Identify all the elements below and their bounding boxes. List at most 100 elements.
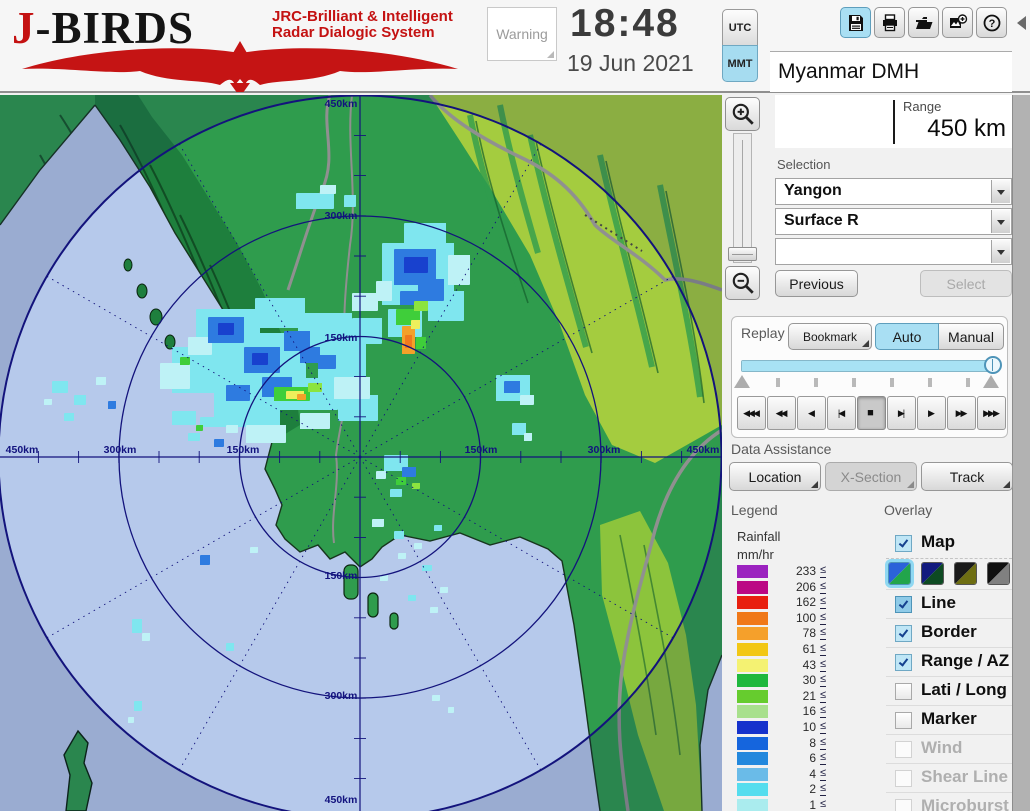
zoom-slider[interactable] [733,133,752,263]
checkbox-line[interactable] [895,596,912,613]
selection-dropdown-1[interactable]: Yangon [775,178,1012,205]
zoom-in-button[interactable] [725,97,760,131]
overlay-item-map[interactable]: Map [886,529,1012,558]
track-button[interactable]: Track [921,462,1013,491]
precip-cell [394,531,404,539]
overlay-item-marker[interactable]: Marker [886,705,1012,734]
zoom-slider-handle[interactable] [728,247,757,261]
legend-row: 16 ≤ [737,704,833,720]
precip-cell [44,399,52,405]
open-folder-button[interactable] [908,7,939,38]
select-button[interactable]: Select [920,270,1012,297]
replay-slider-handle[interactable] [984,356,1002,374]
clock-time: 18:48 [570,2,680,45]
step-forward-button[interactable]: ▶| [887,396,916,430]
precip-cell [226,643,234,651]
map-style-1-button[interactable] [888,562,911,585]
legend-color-chip [737,658,768,672]
menu-corner-icon [862,340,869,347]
overlay-item-shear-line[interactable]: Shear Line [886,763,1012,792]
range-start-marker[interactable] [734,375,750,388]
chevron-down-icon [997,220,1005,225]
legend-suffix: ≤ [820,782,827,797]
checkbox-map[interactable] [895,535,912,552]
map-style-3-button[interactable] [954,562,977,585]
legend-label: Legend [731,502,778,518]
legend-row: 6 ≤ [737,751,833,767]
precip-cell [300,413,330,429]
rewind-button[interactable]: ◀◀ [767,396,796,430]
add-image-button[interactable] [942,7,973,38]
utc-button[interactable]: UTC [722,9,758,46]
precip-cell [390,489,402,497]
zoom-out-button[interactable] [725,266,760,300]
precip-cell [180,357,190,365]
resize-handle-icon[interactable] [547,51,554,58]
precip-cell [246,425,286,443]
previous-button[interactable]: Previous [775,270,858,297]
radar-map-canvas[interactable]: 450km 300km 150km 150km 300km 450km 450km 300km… [0,93,723,811]
overlay-item-label: Lati / Long [921,680,1007,699]
selection-dropdown-3[interactable] [775,238,1012,265]
dropdown-open-button[interactable] [991,210,1010,233]
jbirds-app: J-BIRDS JRC-Brilliant & Intelligent Rada… [0,0,1030,811]
overlay-item-microburst[interactable]: Microburst [886,792,1012,811]
precip-cell [414,543,422,549]
overlay-item-range-az[interactable]: Range / AZ [886,647,1012,676]
checkbox-microburst[interactable] [895,799,912,811]
location-button[interactable]: Location [729,462,821,491]
overlay-item-border[interactable]: Border [886,618,1012,647]
range-display: Range 450 km [775,95,1012,148]
overlay-item-lati-long[interactable]: Lati / Long [886,676,1012,705]
map-style-2-button[interactable] [921,562,944,585]
precip-cell [74,395,86,405]
play-reverse-button[interactable]: ◀ [797,396,826,430]
precip-cell [408,595,416,601]
add-image-icon [949,13,967,28]
selection-label: Selection [777,157,831,172]
selection-dropdown-2[interactable]: Surface R [775,208,1012,235]
legend-color-chip [737,642,768,656]
bookmark-button[interactable]: Bookmark [788,323,872,350]
rewind-fast-button[interactable]: ◀◀◀ [737,396,766,430]
play-button[interactable]: ▶ [917,396,946,430]
checkbox-lati-long[interactable] [895,683,912,700]
range-ring-label: 300km [325,210,358,222]
legend-row: 2 ≤ [737,782,833,798]
checkbox-wind[interactable] [895,741,912,758]
checkbox-border[interactable] [895,625,912,642]
step-back-button[interactable]: |◀ [827,396,856,430]
jbirds-logo: J-BIRDS JRC-Brilliant & Intelligent Rada… [10,2,470,92]
help-button[interactable]: ? [976,7,1007,38]
manual-mode-button[interactable]: Manual [938,323,1004,350]
checkbox-marker[interactable] [895,712,912,729]
precip-cell [96,377,106,385]
checkbox-range-az[interactable] [895,654,912,671]
replay-progress-track[interactable] [741,360,993,372]
button-label: Location [748,468,802,485]
range-end-marker[interactable] [983,375,999,388]
print-button[interactable] [874,7,905,38]
precip-cell [172,411,196,425]
overlay-item-wind[interactable]: Wind [886,734,1012,763]
mmt-button[interactable]: MMT [722,45,758,82]
save-button[interactable] [840,7,871,38]
map-style-swatches [886,558,1012,589]
dropdown-open-button[interactable] [991,180,1010,203]
warning-panel[interactable]: Warning [487,7,557,61]
forward-button[interactable]: ▶▶ [947,396,976,430]
legend-color-chip [737,565,768,578]
overlay-label: Overlay [884,502,933,518]
legend-suffix: ≤ [820,657,827,672]
precip-cell [512,423,526,435]
forward-fast-button[interactable]: ▶▶▶ [977,396,1006,430]
checkbox-shear-line[interactable] [895,770,912,787]
stop-button[interactable]: ■ [857,396,886,430]
dropdown-open-button[interactable] [991,240,1010,263]
map-style-4-button[interactable] [987,562,1010,585]
auto-mode-button[interactable]: Auto [875,323,939,350]
collapse-panel-icon[interactable] [1017,16,1026,30]
overlay-item-line[interactable]: Line [886,589,1012,618]
radar-map[interactable]: 450km 300km 150km 150km 300km 450km 450km 300km… [0,93,723,811]
precip-cell [398,553,406,559]
